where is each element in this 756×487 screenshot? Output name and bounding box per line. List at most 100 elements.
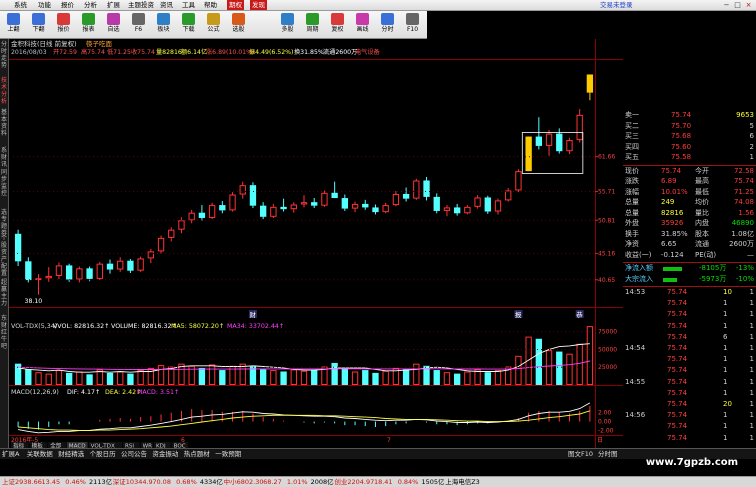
left-tab-3[interactable]: 基本资料 (0, 109, 8, 137)
toolbar-button-12[interactable]: 周期 (302, 12, 323, 37)
tick-count: 1 (749, 411, 754, 420)
event-marker[interactable]: 财 (249, 310, 256, 319)
stat-value: 75.74 (661, 166, 682, 175)
toolbar-button-15[interactable]: 分时 (377, 12, 398, 37)
tick-time: 14:55 (625, 377, 646, 386)
menu-item-function[interactable]: 功能 (38, 0, 51, 10)
bottom-tab-4[interactable]: 个股日历 (90, 449, 116, 459)
minimize-icon[interactable]: − (721, 1, 732, 10)
bottom-right-tab-1[interactable]: 图文F10 (568, 449, 593, 459)
tick-volume: 1 (723, 433, 728, 442)
candle-body (55, 265, 63, 276)
menu-item-discover[interactable]: 发现 (250, 0, 267, 10)
left-tab-8[interactable]: 超赢主力 (0, 279, 8, 307)
tick-count: 1 (749, 422, 754, 431)
volume-bar (25, 369, 32, 385)
toolbar-button-5[interactable]: 自选 (103, 12, 124, 37)
tick-volume: 1 (723, 422, 728, 431)
tick-row: 75.74 1 1 (623, 389, 756, 398)
event-marker[interactable]: 恭 (576, 311, 583, 319)
volume-legend-item: MA34: 33702.44↑ (227, 323, 284, 330)
stat-value: 10.01% (661, 187, 688, 196)
close-icon[interactable]: × (743, 1, 754, 10)
menu-item-options[interactable]: 期权 (227, 0, 244, 10)
volume-bar (76, 371, 83, 386)
bottom-tab-7[interactable]: 热点题材 (184, 449, 210, 459)
trade-login-link[interactable]: 交易未登录 (600, 0, 633, 10)
left-tab-4[interactable]: 系财讯 (0, 147, 8, 168)
tick-count: 1 (749, 377, 754, 386)
menu-item-quote[interactable]: 报价 (61, 0, 74, 10)
stat-label: 现价 (625, 166, 639, 175)
tick-price: 75.74 (667, 299, 688, 308)
toolbar-button-16[interactable]: F10 (402, 12, 423, 37)
candle-body (331, 192, 338, 199)
price-tick-label: 55.71 (598, 189, 615, 196)
toolbar-button-9[interactable]: 公式 (203, 12, 224, 37)
tick-count: 1 (749, 355, 754, 364)
left-tab-6[interactable]: 选专题券 (0, 209, 8, 237)
menu-item-extend[interactable]: 扩展 (107, 0, 120, 10)
volume-bar (372, 372, 379, 385)
stat-label: 总量 (625, 208, 639, 217)
stat-row: 涨幅 10.01% 最低 71.25 (623, 188, 756, 197)
menu-item-tools[interactable]: 工具 (182, 0, 195, 10)
intraday-icon (381, 13, 394, 25)
stat-label: 流通 (695, 240, 709, 248)
candle-body (137, 258, 144, 271)
bar-volume: 量82816 (156, 49, 182, 56)
candle-body (127, 260, 134, 271)
bar-turnover: 换31.85% (294, 48, 324, 56)
toolbar-button-14[interactable]: 画线 (352, 12, 373, 37)
toolbar-button-1[interactable]: 上翻 (3, 12, 24, 37)
tick-price: 75.74 (667, 288, 688, 296)
candle-body (535, 136, 543, 146)
bottom-right-tab-2[interactable]: 分时图 (598, 449, 618, 459)
bottom-tab-5[interactable]: 公司公告 (121, 449, 147, 459)
event-marker[interactable]: 报 (515, 310, 522, 319)
toolbar-button-3[interactable]: 报价 (53, 12, 74, 37)
left-tab-7[interactable]: 个股资产配置 (0, 235, 8, 277)
menu-item-analysis[interactable]: 分析 (84, 0, 97, 10)
tick-time: 14:53 (625, 288, 646, 296)
toolbar-button-7[interactable]: 板块 (153, 12, 174, 37)
toolbar-button-11[interactable]: 多股 (277, 12, 298, 37)
order-book-row: 买四 75.60 2 (623, 143, 756, 152)
menu-item-help[interactable]: 帮助 (204, 0, 217, 10)
menu-item-system[interactable]: 系统 (14, 0, 27, 10)
status-item: 1.01% (286, 478, 308, 486)
candle (229, 192, 236, 212)
toolbar-button-10[interactable]: 选股 (228, 12, 249, 37)
tick-volume: 1 (723, 299, 728, 308)
volume-bar (413, 363, 420, 385)
stock-chart[interactable]: 金积科技(日线 前复权) 筷子吃面 2016/08/03 开72.59 高75.… (9, 39, 623, 448)
maximize-icon[interactable]: □ (732, 1, 743, 10)
menu-item-theme[interactable]: 主题投资 (128, 0, 154, 10)
bottom-tab-1[interactable]: 扩展A (2, 449, 19, 459)
bottom-tab-2[interactable]: 关联数据 (27, 449, 53, 459)
bottom-tab-6[interactable]: 资金振动 (152, 449, 178, 459)
toolbar-button-4[interactable]: 报表 (78, 12, 99, 37)
candle-body (351, 203, 359, 209)
left-tab-9[interactable]: 东财红牛吧 (0, 315, 8, 350)
candle-body (65, 265, 73, 280)
candle-body (453, 207, 461, 214)
toolbar-button-8[interactable]: 下载 (178, 12, 199, 37)
bottom-tab-3[interactable]: 财经精选 (58, 449, 84, 459)
toolbar-button-13[interactable]: 复权 (327, 12, 348, 37)
candle (515, 169, 522, 193)
menu-item-news[interactable]: 资讯 (160, 0, 173, 10)
toolbar-button-6[interactable]: F6 (128, 12, 149, 37)
volume-legend-item: MA5: 58072.20↑ (171, 323, 224, 330)
toolbar-button-2[interactable]: 下翻 (28, 12, 49, 37)
stat-value: 6.89 (661, 177, 677, 185)
volume-bar (127, 373, 134, 385)
candle (484, 195, 491, 214)
stat-value: 46890 (731, 219, 754, 227)
bottom-tab-8[interactable]: 一致预期 (215, 449, 241, 459)
left-tab-2[interactable]: 技术分析 (0, 77, 8, 105)
sector-icon (157, 13, 170, 25)
left-tab-1[interactable]: 分时走势 (0, 41, 8, 69)
left-tab-5[interactable]: 同步监控 (0, 169, 8, 197)
capital-flow-pct: -13% (735, 264, 754, 272)
